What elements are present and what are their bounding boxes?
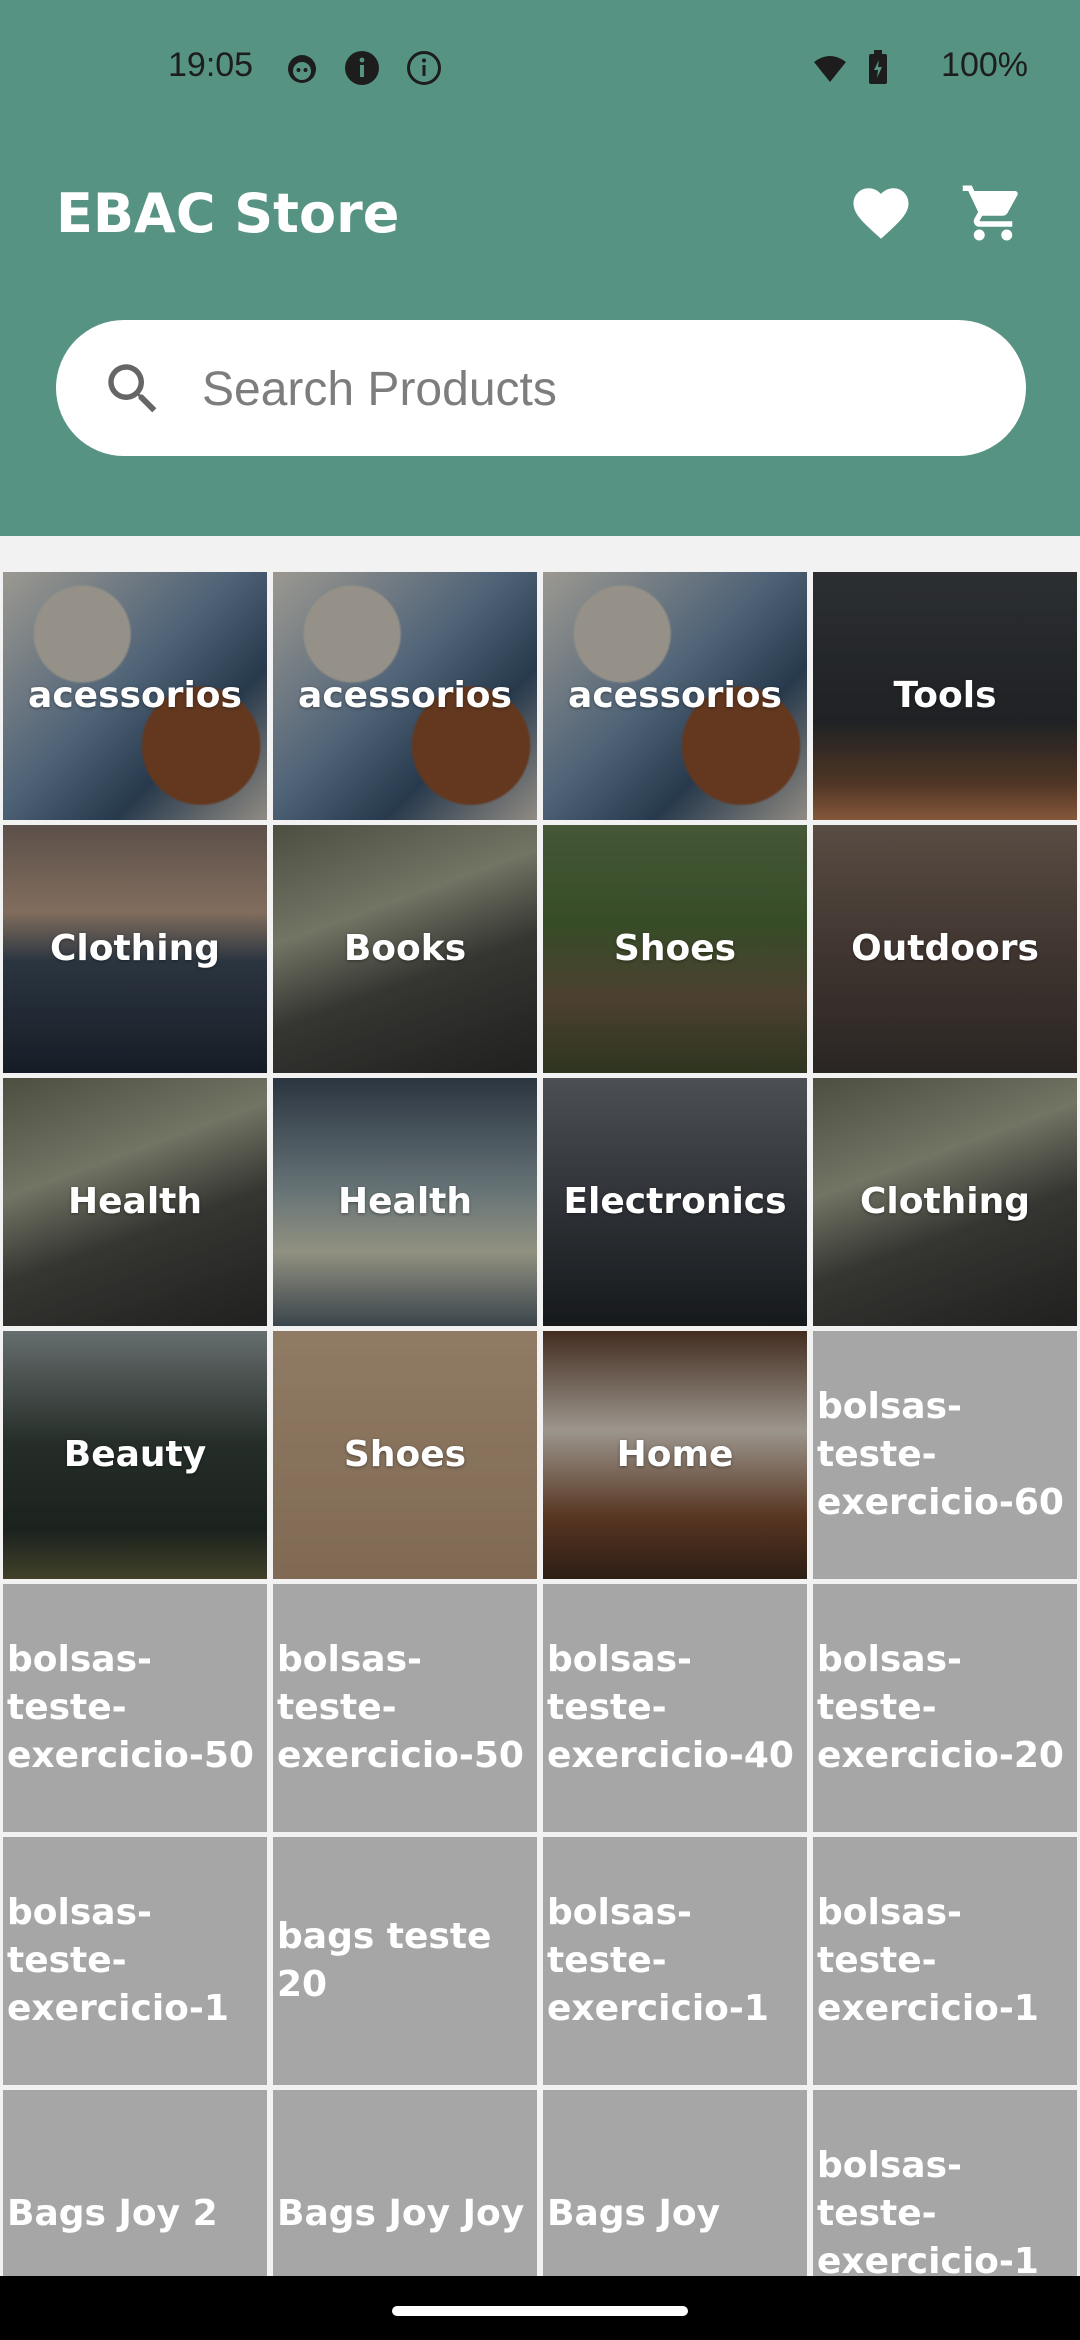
category-label: bolsas-teste-exercicio-60	[817, 1386, 1064, 1523]
category-label: Health	[337, 1181, 472, 1222]
category-label: acessorios	[28, 675, 242, 716]
info-filled-icon	[345, 51, 379, 85]
heart-icon[interactable]	[848, 180, 914, 246]
category-tile[interactable]: Health	[3, 1078, 267, 1326]
category-tile[interactable]: acessorios	[273, 572, 537, 820]
cat-face-icon	[288, 55, 316, 83]
category-tile[interactable]: bolsas-teste-exercicio-1	[3, 1837, 267, 2085]
category-tile[interactable]: bolsas-teste-exercicio-50	[3, 1584, 267, 1832]
navigation-bar	[0, 2276, 1080, 2340]
category-label: Shoes	[343, 1434, 467, 1475]
category-label: bolsas-teste-exercicio-1	[547, 1892, 769, 2029]
search-icon	[108, 364, 157, 413]
category-label: Bags Joy	[547, 2193, 721, 2234]
status-bar: 19:05 100%	[0, 0, 1080, 140]
category-label: bolsas-teste-exercicio-20	[817, 1639, 1064, 1776]
category-tile[interactable]: Clothing	[3, 825, 267, 1073]
category-tile[interactable]: Clothing	[813, 1078, 1077, 1326]
cart-icon[interactable]	[958, 180, 1028, 246]
category-tile[interactable]: bags teste 20	[273, 1837, 537, 2085]
category-tile[interactable]: bolsas-teste-exercicio-20	[813, 1584, 1077, 1832]
category-tile[interactable]: Home	[543, 1331, 807, 1579]
category-grid: acessorios acessorios acessorios Tools Cloth…	[0, 572, 1080, 2276]
wifi-icon	[814, 56, 846, 82]
category-label: Home	[616, 1434, 734, 1475]
category-label: Bags Joy Joy	[277, 2193, 525, 2234]
category-label: acessorios	[298, 675, 512, 716]
category-label: Clothing	[859, 1181, 1031, 1222]
category-tile[interactable]: acessorios	[543, 572, 807, 820]
info-outline-icon	[407, 51, 441, 85]
battery-level: 100%	[941, 46, 1028, 84]
app-header: 19:05 100% EBAC Store	[0, 0, 1080, 536]
category-tile[interactable]: Outdoors	[813, 825, 1077, 1073]
category-label: Health	[67, 1181, 202, 1222]
search-bar[interactable]	[56, 320, 1026, 456]
category-label: Outdoors	[851, 928, 1039, 969]
status-time: 19:05	[168, 46, 254, 84]
category-label: Shoes	[613, 928, 737, 969]
category-label: Beauty	[63, 1434, 207, 1475]
category-label: bolsas-teste-exercicio-1	[7, 1892, 229, 2029]
category-label: bolsas-teste-exercicio-1	[817, 2145, 1039, 2276]
category-label: Electronics	[563, 1181, 787, 1222]
category-tile[interactable]: bolsas-teste-exercicio-1	[813, 1837, 1077, 2085]
category-tile[interactable]: acessorios	[3, 572, 267, 820]
category-tile[interactable]: Bags Joy 2	[3, 2090, 267, 2276]
category-tile[interactable]: Bags Joy	[543, 2090, 807, 2276]
battery-icon	[869, 50, 887, 84]
category-tile[interactable]: bolsas-teste-exercicio-60	[813, 1331, 1077, 1579]
category-tile[interactable]: Beauty	[3, 1331, 267, 1579]
home-gesture-handle[interactable]	[392, 2306, 688, 2316]
category-label: acessorios	[568, 675, 782, 716]
category-label: bags teste 20	[277, 1916, 492, 2005]
category-tile[interactable]: bolsas-teste-exercicio-50	[273, 1584, 537, 1832]
category-tile[interactable]: bolsas-teste-exercicio-1	[543, 1837, 807, 2085]
category-label: bolsas-teste-exercicio-50	[7, 1639, 254, 1776]
category-tile[interactable]: bolsas-teste-exercicio-40	[543, 1584, 807, 1832]
category-tile[interactable]: Health	[273, 1078, 537, 1326]
category-tile[interactable]: Bags Joy Joy	[273, 2090, 537, 2276]
category-tile[interactable]: Shoes	[273, 1331, 537, 1579]
category-label: Tools	[893, 675, 997, 716]
category-tile[interactable]: bolsas-teste-exercicio-1	[813, 2090, 1077, 2276]
category-tile[interactable]: Shoes	[543, 825, 807, 1073]
category-label: Books	[343, 928, 467, 969]
app-title: EBAC Store	[56, 182, 400, 245]
category-tile[interactable]: Electronics	[543, 1078, 807, 1326]
category-label: Clothing	[49, 928, 221, 969]
search-input[interactable]	[200, 354, 984, 424]
category-label: bolsas-teste-exercicio-40	[547, 1639, 794, 1776]
category-tile[interactable]: Books	[273, 825, 537, 1073]
category-label: bolsas-teste-exercicio-50	[277, 1639, 524, 1776]
category-label: bolsas-teste-exercicio-1	[817, 1892, 1039, 2029]
category-tile[interactable]: Tools	[813, 572, 1077, 820]
category-label: Bags Joy 2	[7, 2193, 218, 2234]
